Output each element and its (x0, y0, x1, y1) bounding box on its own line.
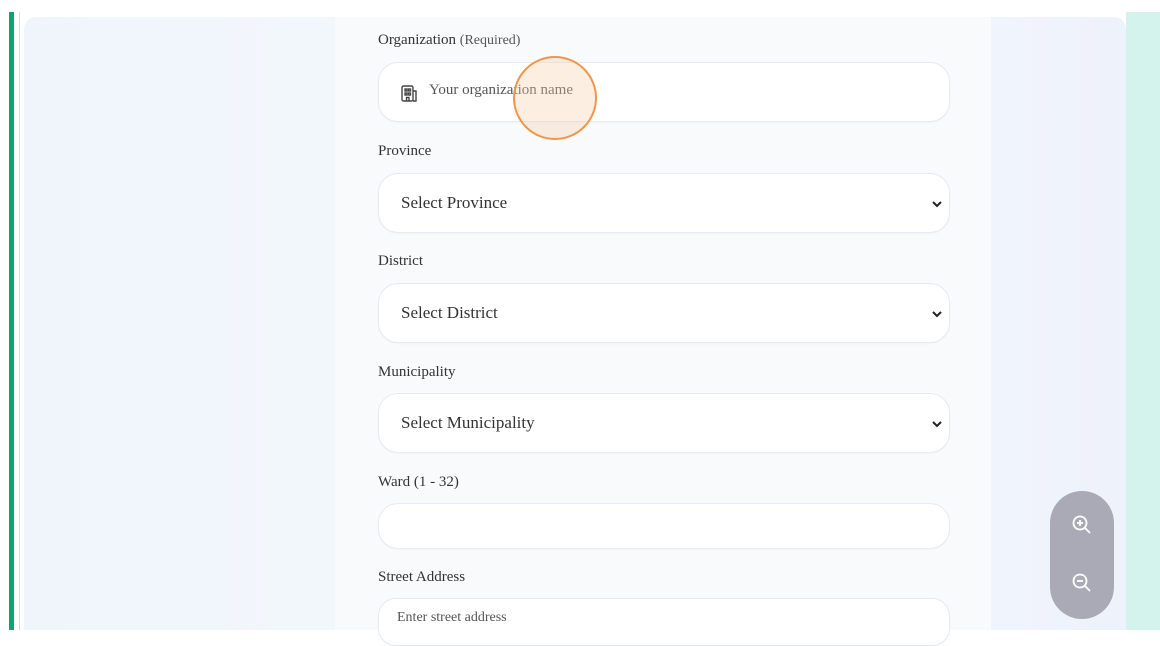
province-select[interactable]: Select Province (378, 173, 950, 233)
organization-input[interactable]: Your organization name (378, 62, 950, 122)
street-address-label: Street Address (378, 569, 466, 585)
district-label: District (378, 253, 423, 269)
chevron-down-icon (931, 417, 943, 429)
street-address-input[interactable]: Enter street address (378, 598, 950, 646)
municipality-label: Municipality (378, 364, 456, 380)
required-note: (Required) (459, 33, 521, 48)
municipality-select[interactable]: Select Municipality (378, 393, 950, 453)
zoom-out-icon[interactable] (1070, 571, 1094, 595)
municipality-select-value: Select Municipality (401, 413, 535, 432)
district-select[interactable]: Select District (378, 283, 950, 343)
zoom-control (1050, 491, 1114, 619)
street-address-placeholder: Enter street address (397, 610, 507, 625)
organization-label-text: Organization (378, 32, 457, 48)
left-accent-bar (9, 12, 14, 630)
organization-label: Organization (Required) (378, 32, 520, 49)
ward-label: Ward (1 - 32) (378, 474, 459, 490)
province-select-value: Select Province (401, 193, 508, 212)
zoom-in-icon[interactable] (1070, 513, 1094, 537)
chevron-down-icon (931, 197, 943, 209)
right-side-strip (1126, 12, 1160, 630)
district-select-value: Select District (401, 303, 498, 322)
province-label: Province (378, 143, 432, 159)
building-icon (399, 83, 419, 103)
ward-input[interactable] (378, 503, 950, 549)
click-indicator (513, 56, 597, 140)
left-divider (19, 12, 20, 630)
chevron-down-icon (931, 307, 943, 319)
